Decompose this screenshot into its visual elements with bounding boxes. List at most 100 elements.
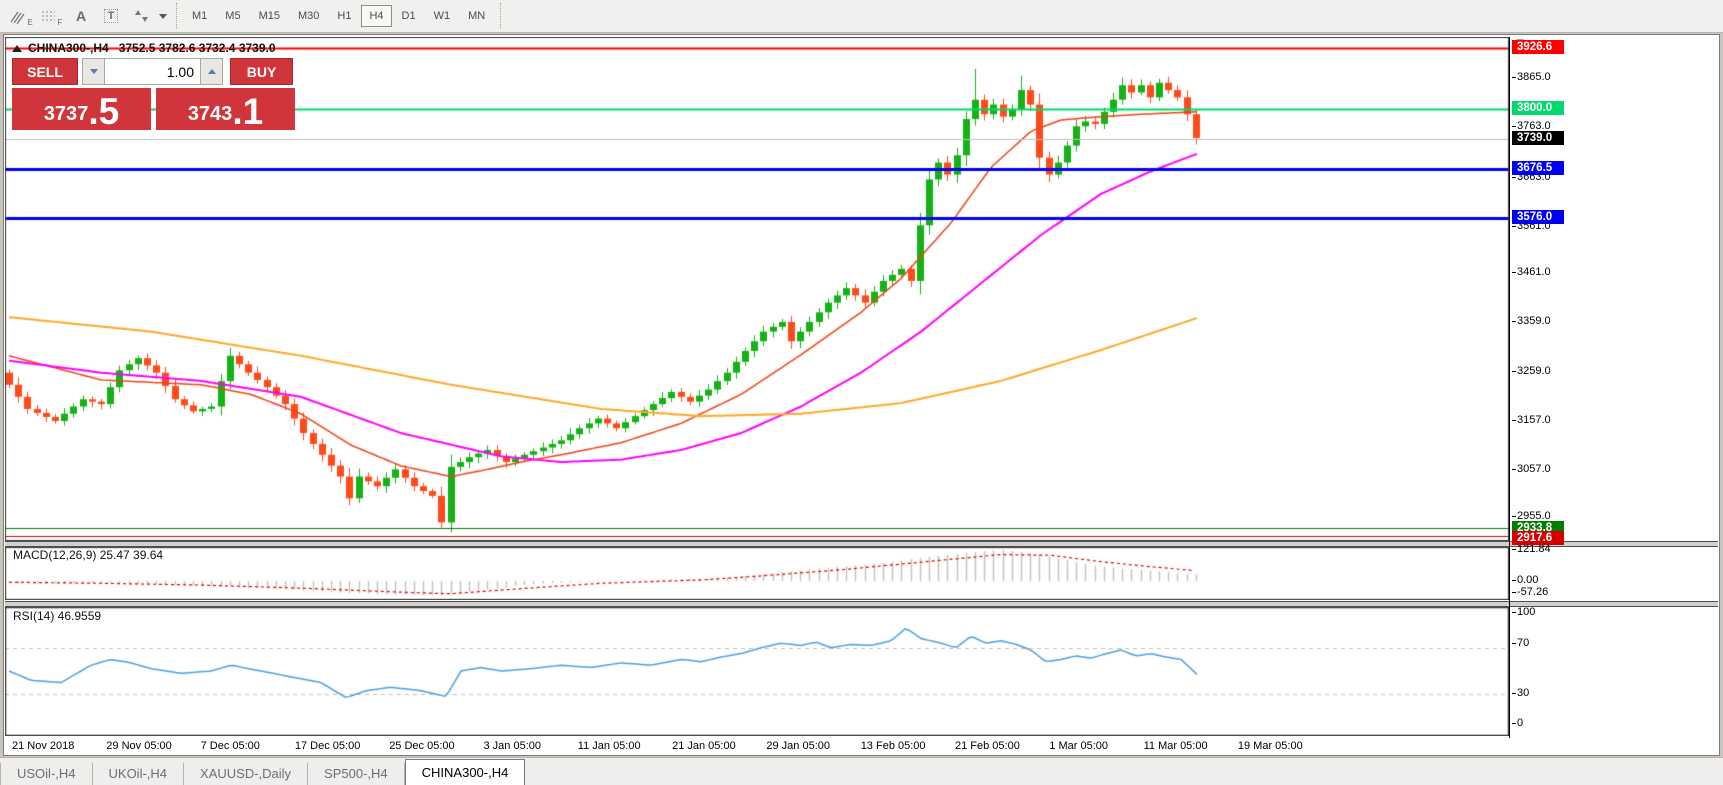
macd-indicator-chart[interactable] [5,547,1509,600]
volume-increase-button[interactable] [200,58,223,85]
timeframe-button-mn[interactable]: MN [460,5,493,27]
pane-splitter[interactable] [5,601,1718,607]
timeframe-button-h1[interactable]: H1 [329,5,359,27]
chart-title: CHINA300-,H4 3752.5 3782.6 3732.4 3739.0 [12,41,276,55]
price-tick-label: 30 [1517,687,1529,699]
chart-title-ohlc: 3752.5 3782.6 3732.4 3739.0 [119,41,276,55]
timeframe-button-m30[interactable]: M30 [290,5,327,27]
tick-dash [1512,693,1516,694]
tick-dash [1512,516,1516,517]
price-tick-label: 100 [1517,606,1535,618]
tick-dash [1512,592,1516,593]
chart-tab-bar: USOil-,H4UKOil-,H4XAUUSD-,DailySP500-,H4… [0,757,1723,785]
timeframe-buttons-group: M1M5M15M30H1H4D1W1MN [183,5,494,27]
tick-dash [1512,177,1516,178]
date-label: 29 Jan 05:00 [766,740,830,752]
tick-dash [1512,580,1516,581]
rsi-label: RSI(14) 46.9559 [13,609,101,623]
tick-dash [1512,612,1516,613]
tick-dash [1512,643,1516,644]
channel-tool-letter: E [27,18,32,27]
timeframe-button-m1[interactable]: M1 [184,5,215,27]
date-label: 19 Mar 05:00 [1238,740,1303,752]
toolbar-separator [176,3,177,29]
chart-tab-china300h4[interactable]: CHINA300-,H4 [405,759,526,785]
rsi-indicator-chart[interactable] [5,607,1509,736]
date-label: 21 Nov 2018 [12,740,74,752]
timeframe-button-w1[interactable]: W1 [426,5,459,27]
timeframe-button-d1[interactable]: D1 [394,5,424,27]
main-toolbar: E FAT M1M5M15M30H1H4D1W1MN [0,0,1723,33]
price-tick-label: 0 [1517,717,1523,729]
price-badge: 3676.5 [1512,161,1564,175]
one-click-trading-panel: SELL BUY 3737 .5 3743 .1 [12,58,295,130]
price-tick-label: 3057.0 [1517,463,1551,475]
timeframe-button-m5[interactable]: M5 [217,5,248,27]
date-label: 17 Dec 05:00 [295,740,360,752]
tick-dash [1512,420,1516,421]
channel-tool-icon[interactable]: E [8,4,34,28]
date-label: 25 Dec 05:00 [389,740,454,752]
price-tick-label: 0.00 [1517,574,1538,586]
date-label: 3 Jan 05:00 [484,740,542,752]
price-tick-label: 3461.0 [1517,266,1551,278]
sell-price-panel[interactable]: 3737 .5 [12,88,151,130]
sell-price-int: 3737 [44,104,89,127]
chart-window: CHINA300-,H4 3752.5 3782.6 3732.4 3739.0… [3,34,1720,756]
date-label: 13 Feb 05:00 [861,740,926,752]
price-tick-label: 3359.0 [1517,315,1551,327]
tick-dash [1512,469,1516,470]
date-label: 7 Dec 05:00 [201,740,260,752]
tick-dash [1512,723,1516,724]
price-badge: 3926.6 [1512,40,1564,54]
text-tool-icon[interactable]: A [68,4,94,28]
sell-button[interactable]: SELL [12,58,78,85]
label-tool-icon[interactable]: T [98,4,124,28]
fibonacci-tool-icon[interactable]: F [38,4,64,28]
drawing-tools-group: E FAT [6,4,156,28]
chart-title-symbol: CHINA300-,H4 [28,41,109,55]
buy-price-panel[interactable]: 3743 .1 [156,88,295,130]
date-label: 11 Jan 05:00 [578,740,641,752]
buy-button[interactable]: BUY [230,58,293,85]
arrows-dropdown-caret-icon[interactable] [156,4,170,28]
volume-input[interactable] [105,58,200,85]
date-label: 11 Mar 05:00 [1144,740,1208,752]
timeframe-button-h4[interactable]: H4 [361,5,391,27]
timeframe-button-m15[interactable]: M15 [251,5,288,27]
spinner-up-icon [208,69,216,74]
price-tick-label: 3157.0 [1517,414,1551,426]
macd-label: MACD(12,26,9) 25.47 39.64 [13,548,163,562]
date-label: 29 Nov 05:00 [106,740,171,752]
tick-dash [1512,77,1516,78]
date-label: 21 Feb 05:00 [955,740,1020,752]
toolbar-separator [500,3,501,29]
chart-tab-usoilh4[interactable]: USOil-,H4 [0,763,93,785]
chart-tab-xauusddaily[interactable]: XAUUSD-,Daily [184,763,308,785]
tick-dash [1512,549,1516,550]
sell-price-frac: .5 [88,96,119,127]
arrows-tool-icon[interactable] [128,4,154,28]
tick-dash [1512,371,1516,372]
buy-price-int: 3743 [188,104,233,127]
chart-tab-ukoilh4[interactable]: UKOil-,H4 [93,763,185,785]
price-tick-label: -57.26 [1517,586,1548,598]
chart-tab-sp500h4[interactable]: SP500-,H4 [308,763,405,785]
pane-splitter[interactable] [5,541,1718,547]
price-badge: 2917.6 [1512,531,1564,545]
symbol-marker-icon [12,45,22,52]
tick-dash [1512,272,1516,273]
volume-decrease-button[interactable] [82,58,105,85]
tick-dash [1512,321,1516,322]
price-badge: 3576.0 [1512,210,1564,224]
price-tick-label: 3259.0 [1517,365,1551,377]
price-tick-label: 70 [1517,637,1529,649]
price-badge: 3739.0 [1512,131,1564,145]
buy-price-frac: .1 [232,96,263,127]
date-label: 21 Jan 05:00 [672,740,736,752]
price-badge: 3800.0 [1512,101,1564,115]
date-label: 1 Mar 05:00 [1049,740,1108,752]
fibonacci-tool-letter: F [58,18,63,27]
tick-dash [1512,226,1516,227]
price-tick-label: 3865.0 [1517,71,1551,83]
